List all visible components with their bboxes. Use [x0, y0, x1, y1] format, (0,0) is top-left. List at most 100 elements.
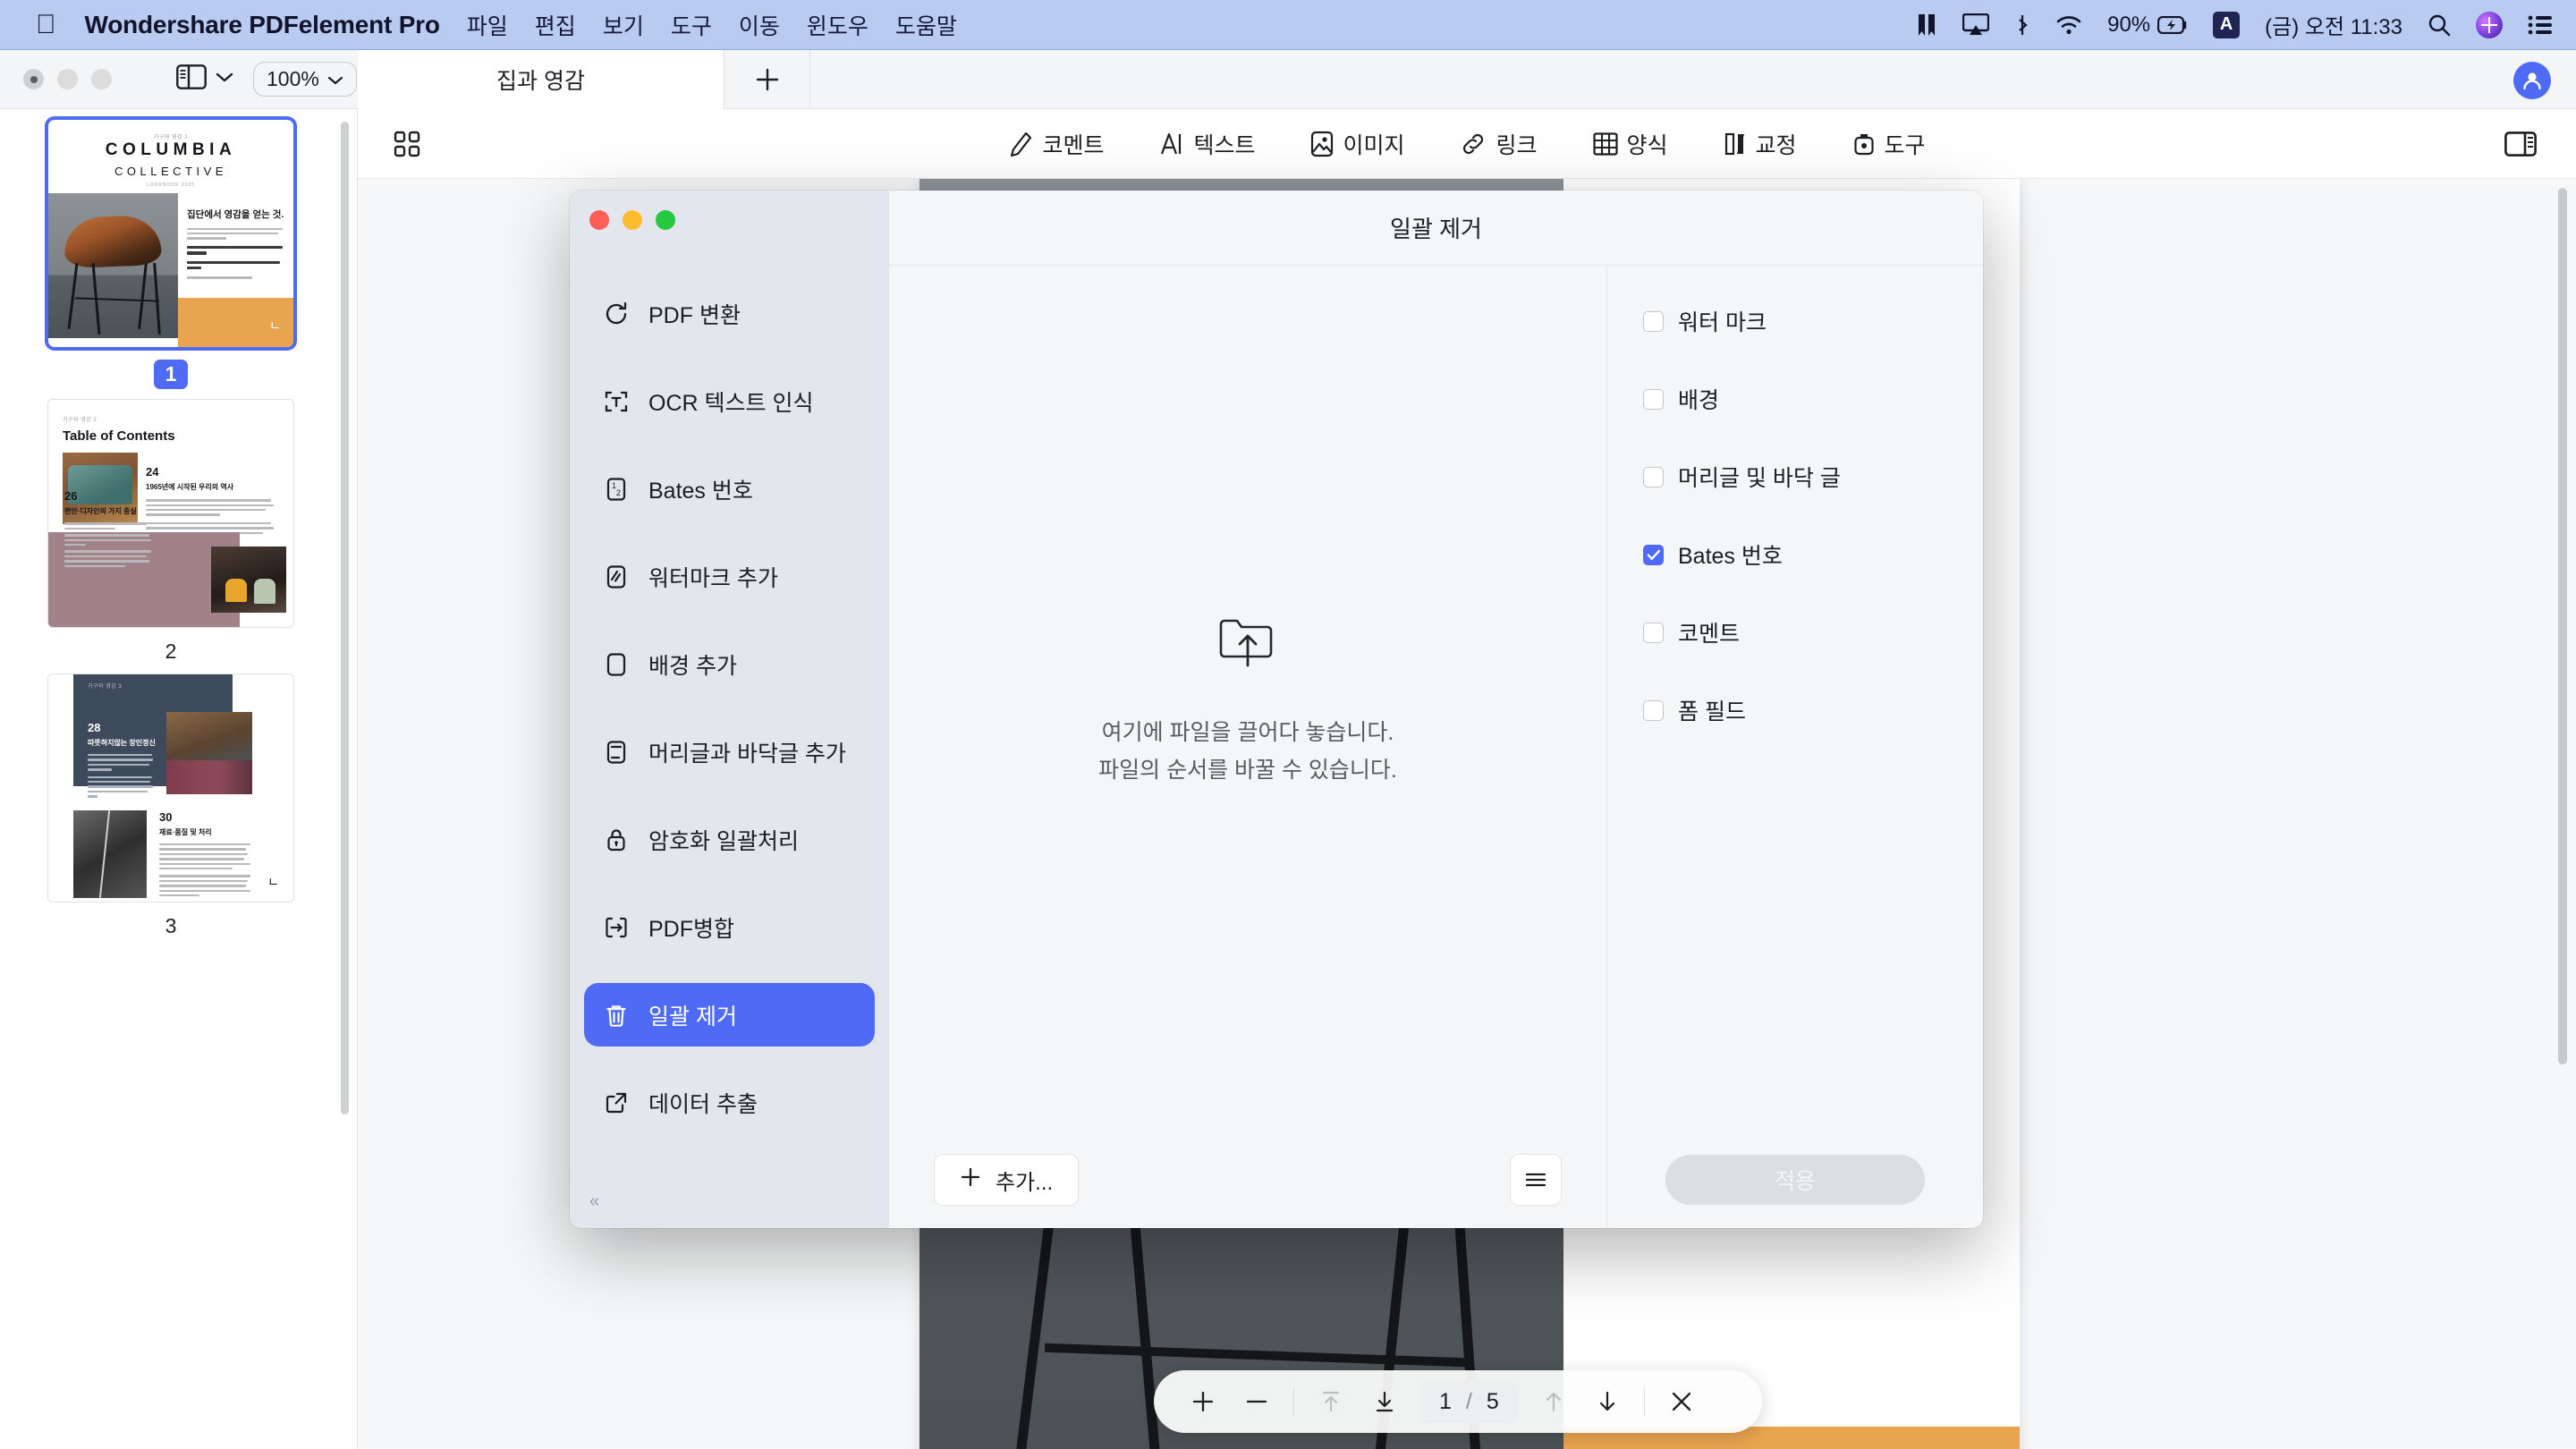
view-mode-button[interactable]: [176, 64, 233, 94]
tab-label: 집과 영감: [496, 69, 585, 94]
list-view-icon[interactable]: [1510, 1154, 1562, 1206]
maximize-button[interactable]: [91, 69, 112, 89]
apple-logo-icon[interactable]: : [36, 11, 56, 38]
checkbox[interactable]: [1643, 622, 1664, 643]
thumbnail-page-2[interactable]: 가구와 영감 2 Table of Contents 24 1965년에 시작된…: [0, 400, 342, 664]
thumb-entry-heading: 따뜻하지않는 장인정신: [88, 739, 156, 747]
checkbox[interactable]: [1643, 466, 1664, 487]
document-tab[interactable]: 집과 영감: [358, 50, 724, 109]
user-avatar-icon[interactable]: [2513, 62, 2551, 99]
sidebar-item-batch-remove[interactable]: 일괄 제거: [584, 983, 875, 1046]
file-dropzone[interactable]: 여기에 파일을 끌어다 놓습니다. 파일의 순서를 바꿀 수 있습니다.: [889, 266, 1606, 1131]
battery-icon[interactable]: 90%: [2107, 13, 2188, 38]
bookmark-icon[interactable]: [1916, 13, 1937, 38]
last-page-button[interactable]: [1360, 1377, 1409, 1426]
sidebar-item-merge-pdf[interactable]: PDF병합: [584, 895, 875, 959]
page-thumbnail-panel[interactable]: 가구와 영감 1 COLUMBIA COLLECTIVE LOOKBOOK 20…: [0, 109, 358, 1449]
battery-percent-label: 90%: [2107, 12, 2151, 37]
menu-item-window[interactable]: 윈도우: [807, 9, 869, 41]
maximize-button[interactable]: [656, 210, 675, 230]
add-file-button[interactable]: 추가...: [934, 1154, 1080, 1206]
toolbar-item-comment[interactable]: 코멘트: [1008, 128, 1104, 160]
control-center-icon[interactable]: [2528, 15, 2553, 35]
image-icon: [1310, 131, 1334, 157]
dialog-main: 일괄 제거 여기에 파일을 끌어다 놓습니다. 파일의 순서를 바꿀 수 있습니…: [889, 191, 1983, 1228]
page-indicator[interactable]: 1 / 5: [1419, 1380, 1519, 1423]
close-nav-button[interactable]: [1657, 1377, 1706, 1426]
zoom-out-button[interactable]: [1233, 1377, 1281, 1426]
thumbnail-page-1[interactable]: 가구와 영감 1 COLUMBIA COLLECTIVE LOOKBOOK 20…: [0, 120, 342, 389]
toolbar-label: 도구: [1884, 132, 1926, 158]
menu-item-view[interactable]: 보기: [603, 9, 644, 41]
wifi-icon[interactable]: [2055, 14, 2082, 36]
menu-item-help[interactable]: 도움말: [895, 9, 957, 41]
sidebar-item-batch-encrypt[interactable]: 암호화 일괄처리: [584, 808, 875, 871]
search-icon[interactable]: [2428, 13, 2451, 37]
apply-button[interactable]: 적용: [1665, 1155, 1925, 1205]
previous-page-button[interactable]: [1530, 1377, 1578, 1426]
toolbar-label: 교정: [1755, 132, 1797, 158]
dropzone-line-1: 여기에 파일을 끌어다 놓습니다.: [1101, 720, 1394, 746]
thumb-kicker: 가구와 영감 2: [63, 418, 97, 423]
minimize-button[interactable]: [57, 69, 78, 89]
menu-item-tools[interactable]: 도구: [671, 9, 712, 41]
zoom-level-selector[interactable]: 100%: [253, 62, 357, 97]
zoom-in-button[interactable]: [1179, 1377, 1227, 1426]
next-page-button[interactable]: [1583, 1377, 1631, 1426]
toolbar-item-image[interactable]: 이미지: [1310, 128, 1404, 160]
checkbox[interactable]: [1643, 388, 1664, 410]
sidebar-item-add-watermark[interactable]: 워터마크 추가: [584, 545, 875, 608]
first-page-button[interactable]: [1307, 1377, 1355, 1426]
right-sidebar-icon[interactable]: [2504, 109, 2537, 179]
sidebar-item-label: 머리글과 바닥글 추가: [648, 741, 846, 767]
input-source-indicator[interactable]: A: [2213, 11, 2241, 38]
toolbar-item-link[interactable]: 링크: [1460, 128, 1538, 160]
menubar-clock[interactable]: (금) 오전 11:33: [2265, 9, 2402, 40]
thumb-title: Table of Contents: [63, 428, 175, 444]
sidebar-item-label: 일괄 제거: [648, 1004, 737, 1030]
canvas-scrollbar[interactable]: [2558, 188, 2567, 1064]
toolbar-item-text[interactable]: 텍스트: [1159, 128, 1255, 160]
new-tab-button[interactable]: [724, 50, 810, 109]
thumbnail-image: 가구와 영감 3 28 따뜻하지않는 장인정신 30 재료·품질 및 처리 ㄴ: [48, 674, 293, 902]
option-comment[interactable]: 코멘트: [1643, 616, 1983, 648]
close-button[interactable]: [589, 210, 609, 230]
menu-item-go[interactable]: 이동: [739, 9, 780, 41]
siri-icon[interactable]: [2476, 11, 2503, 38]
option-background[interactable]: 배경: [1643, 383, 1983, 415]
option-bates-number[interactable]: Bates 번호: [1643, 538, 1983, 571]
sidebar-item-extract-data[interactable]: 데이터 추출: [584, 1071, 875, 1134]
thumbnail-scrollbar[interactable]: [341, 122, 349, 1114]
checkbox[interactable]: [1643, 699, 1664, 721]
thumb-entry-number: 28: [88, 721, 101, 734]
menu-item-edit[interactable]: 편집: [535, 9, 576, 41]
sidebar-item-add-background[interactable]: 배경 추가: [584, 632, 875, 696]
thumbnail-page-3[interactable]: 가구와 영감 3 28 따뜻하지않는 장인정신 30 재료·품질 및 처리 ㄴ …: [0, 674, 342, 938]
option-label: 배경: [1678, 388, 1720, 413]
sidebar-item-convert-pdf[interactable]: PDF 변환: [584, 282, 875, 345]
toolbar-item-tools[interactable]: 도구: [1852, 128, 1926, 160]
sidebar-item-add-header-footer[interactable]: 머리글과 바닥글 추가: [584, 720, 875, 784]
close-button[interactable]: [23, 69, 44, 89]
collapse-sidebar-icon[interactable]: «: [589, 1191, 599, 1212]
checkbox-checked[interactable]: [1643, 544, 1664, 565]
dialog-sidebar-list: PDF 변환 OCR 텍스트 인식 12 Bates 번호 워터마크 추가 배경…: [570, 282, 889, 1228]
sidebar-item-label: PDF 변환: [648, 302, 741, 328]
thumb-entry-number: 26: [64, 489, 78, 504]
airplay-icon[interactable]: [1962, 13, 1990, 37]
option-watermark[interactable]: 워터 마크: [1643, 305, 1983, 337]
sidebar-item-label: OCR 텍스트 인식: [648, 390, 814, 416]
menu-item-file[interactable]: 파일: [467, 9, 508, 41]
chevron-down-icon: [216, 72, 233, 88]
minimize-button[interactable]: [623, 210, 642, 230]
current-page-value[interactable]: 1: [1439, 1389, 1452, 1415]
zoom-level-label: 100%: [267, 67, 319, 90]
checkbox[interactable]: [1643, 310, 1664, 332]
toolbar-item-redact[interactable]: 교정: [1724, 128, 1797, 160]
option-header-footer[interactable]: 머리글 및 바닥 글: [1643, 461, 1983, 493]
toolbar-item-form[interactable]: 양식: [1592, 128, 1668, 160]
bluetooth-icon[interactable]: [2014, 13, 2030, 38]
option-form-field[interactable]: 폼 필드: [1643, 694, 1983, 726]
sidebar-item-ocr[interactable]: OCR 텍스트 인식: [584, 369, 875, 433]
sidebar-item-bates-numbering[interactable]: 12 Bates 번호: [584, 457, 875, 521]
